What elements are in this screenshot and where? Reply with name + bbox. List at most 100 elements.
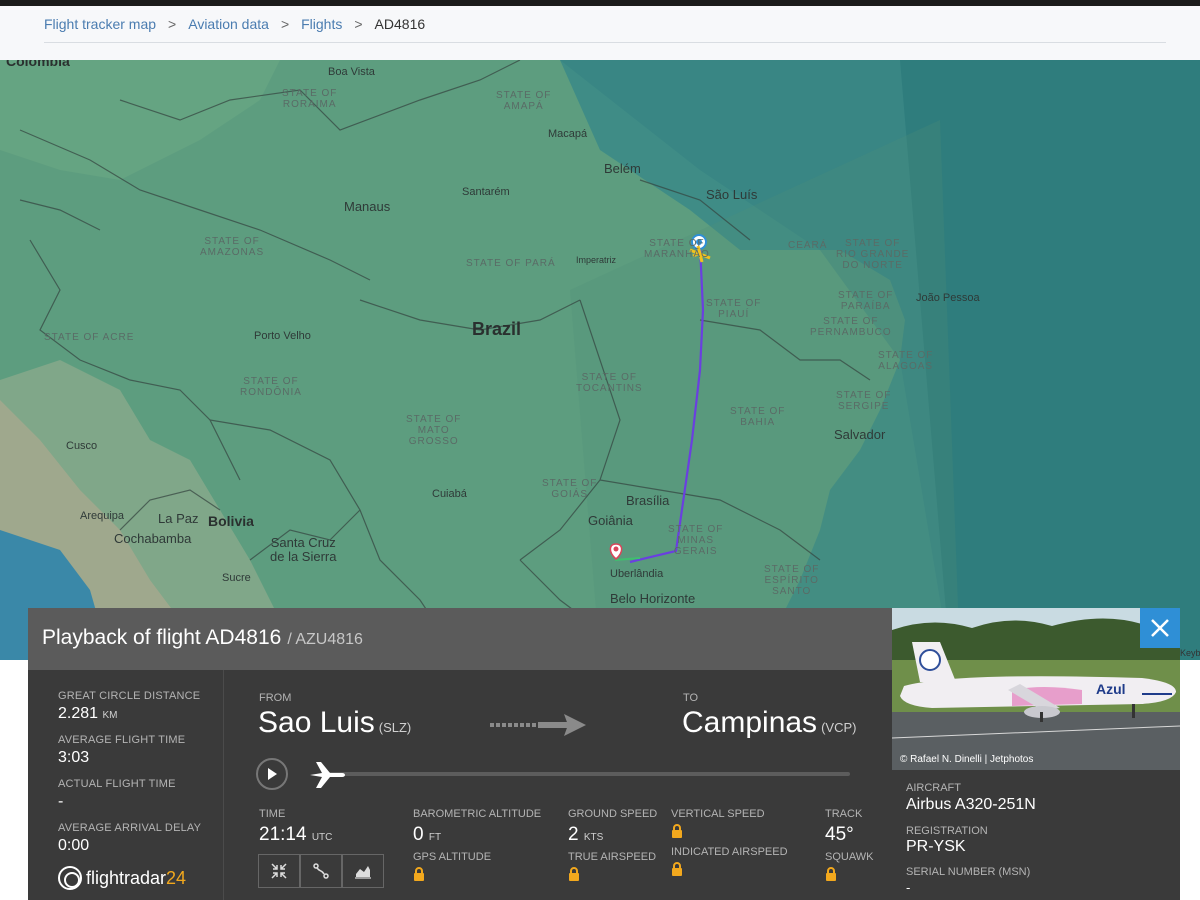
edge-truncated-text: Keybo (1180, 648, 1200, 658)
time-value: 21:14 (259, 824, 307, 845)
lock-icon[interactable] (671, 824, 683, 844)
playback-panel: Playback of flight AD4816 / AZU4816 GREAT… (28, 608, 892, 900)
map-label-state: STATE OF BAHIA (730, 406, 786, 428)
stat-actual-flight-time: ACTUAL FLIGHT TIME - (58, 778, 176, 811)
metric-label: SQUAWK (825, 851, 874, 863)
map-label-country: Bolivia (208, 513, 254, 529)
playback-toolbar (258, 854, 384, 888)
aircraft-model: Airbus A320-251N (906, 796, 1036, 813)
play-icon (268, 768, 277, 780)
playback-title-text: Playback of flight AD4816 (42, 626, 282, 649)
track-value: 45° (825, 824, 854, 845)
lock-icon[interactable] (825, 867, 837, 887)
metric-track: TRACK 45° (825, 808, 862, 846)
collapse-view-button[interactable] (258, 854, 300, 888)
map-label-city: Santarém (462, 186, 510, 198)
map-label-city: Cuiabá (432, 488, 467, 500)
map-label-city: La Paz (158, 511, 199, 526)
time-unit: UTC (311, 832, 333, 843)
map-label-city: Manaus (344, 199, 391, 214)
origin-code: (SLZ) (378, 720, 412, 735)
playback-title: Playback of flight AD4816 / AZU4816 (42, 626, 363, 650)
map-label-state: STATE OF ESPÍRITO SANTO (764, 564, 820, 597)
stat-value: 2.281 KM (58, 705, 200, 723)
metric-gps-altitude: GPS ALTITUDE (413, 851, 491, 887)
breadcrumb-separator: > (354, 16, 363, 32)
altitude-graph-button[interactable] (342, 854, 384, 888)
breadcrumb-link-map[interactable]: Flight tracker map (44, 16, 156, 32)
registration-value: PR-YSK (906, 838, 966, 855)
route-icon (313, 863, 329, 879)
map-label-state: STATE OF MATO GROSSO (406, 414, 462, 447)
graph-icon (355, 866, 371, 879)
baro-value: 0 (413, 824, 424, 845)
metric-label: TIME (259, 808, 286, 820)
breadcrumb-link-flights[interactable]: Flights (301, 16, 342, 32)
aircraft-info-panel: Azul © Rafael N. Dinelli | Jetphotos AIR… (892, 608, 1180, 900)
route-arrow-icon (490, 712, 588, 743)
playback-timeline[interactable] (328, 772, 850, 776)
breadcrumb: Flight tracker map > Aviation data > Fli… (0, 6, 1200, 60)
breadcrumb-link-aviation-data[interactable]: Aviation data (188, 16, 269, 32)
stat-label: AVERAGE ARRIVAL DELAY (58, 822, 202, 834)
map-label-state: STATE OF SERGIPE (836, 390, 892, 412)
metric-label: TRACK (825, 808, 863, 820)
metric-value: 21:14 UTC (259, 824, 332, 846)
stat-value: - (58, 793, 64, 810)
aircraft-label: AIRCRAFT (906, 782, 961, 794)
playback-plane-icon[interactable] (308, 760, 348, 795)
map-label-state: STATE OF MINAS GERAIS (668, 524, 724, 557)
map-label-country: Brazil (472, 319, 522, 339)
destination-city: Campinas (VCP) (682, 706, 856, 740)
stat-value: 0:00 (58, 837, 90, 854)
stat-unit: KM (102, 710, 118, 721)
play-button[interactable] (256, 758, 288, 790)
map-label-city: Sucre (222, 572, 251, 584)
lock-icon[interactable] (671, 862, 683, 882)
metric-value: 2 KTS (568, 824, 657, 846)
photo-credit[interactable]: © Rafael N. Dinelli | Jetphotos (900, 754, 1033, 765)
origin-city-name: Sao Luis (258, 706, 375, 739)
metric-value: 0 FT (413, 824, 541, 846)
from-label: FROM (259, 692, 292, 704)
map-label-state: STATE OF RONDÔNIA (240, 376, 302, 398)
map-label-state: STATE OF MARANHÃO (644, 238, 710, 260)
route-view-button[interactable] (300, 854, 342, 888)
map-label-country: Colombia (6, 60, 70, 69)
map-label-state: STATE OF PERNAMBUCO (810, 316, 892, 338)
map-base (0, 60, 1200, 660)
to-label: TO (683, 692, 699, 704)
lock-icon[interactable] (413, 867, 425, 887)
map-label-state: STATE OF GOIÁS (542, 478, 598, 500)
map-label-city: Boa Vista (328, 66, 375, 78)
map-label-city: Goiânia (588, 513, 633, 528)
flightradar24-logo[interactable]: flightradar 24 (58, 866, 186, 890)
map-label-city: Belém (604, 161, 641, 176)
flight-map[interactable]: Colombia Brazil Bolivia STATE OF RORAIMA… (0, 60, 1200, 660)
map-label-city: João Pessoa (916, 292, 980, 304)
msn-label: SERIAL NUMBER (MSN) (906, 866, 1031, 878)
map-label-state: STATE OF ALAGOAS (878, 350, 934, 372)
radar-logo-icon (58, 866, 82, 890)
stat-value: 3:03 (58, 749, 90, 766)
logo-text: flightradar (86, 867, 167, 888)
metric-label: GPS ALTITUDE (413, 851, 492, 863)
collapse-icon (271, 863, 287, 879)
map-label-state: CEARÁ (788, 240, 828, 251)
destination-city-name: Campinas (682, 706, 818, 739)
stat-label: ACTUAL FLIGHT TIME (58, 778, 176, 790)
metric-label: GROUND SPEED (568, 808, 658, 820)
close-button[interactable] (1140, 608, 1180, 648)
metric-ground-speed: GROUND SPEED 2 KTS (568, 808, 657, 846)
lock-icon[interactable] (568, 867, 580, 887)
metric-label: VERTICAL SPEED (671, 808, 765, 820)
metric-vertical-speed: VERTICAL SPEED (671, 808, 765, 844)
map-label-city: Cusco (66, 440, 98, 452)
map-label-city: Uberlândia (610, 568, 664, 580)
aircraft-photo[interactable]: Azul © Rafael N. Dinelli | Jetphotos (892, 608, 1180, 770)
map-label-city: Brasília (626, 493, 670, 508)
map-label-state: STATE OF TOCANTINS (576, 372, 643, 394)
logo-number: 24 (166, 867, 187, 888)
map-label-city: São Luís (706, 187, 758, 202)
stat-average-arrival-delay: AVERAGE ARRIVAL DELAY 0:00 (58, 822, 201, 855)
